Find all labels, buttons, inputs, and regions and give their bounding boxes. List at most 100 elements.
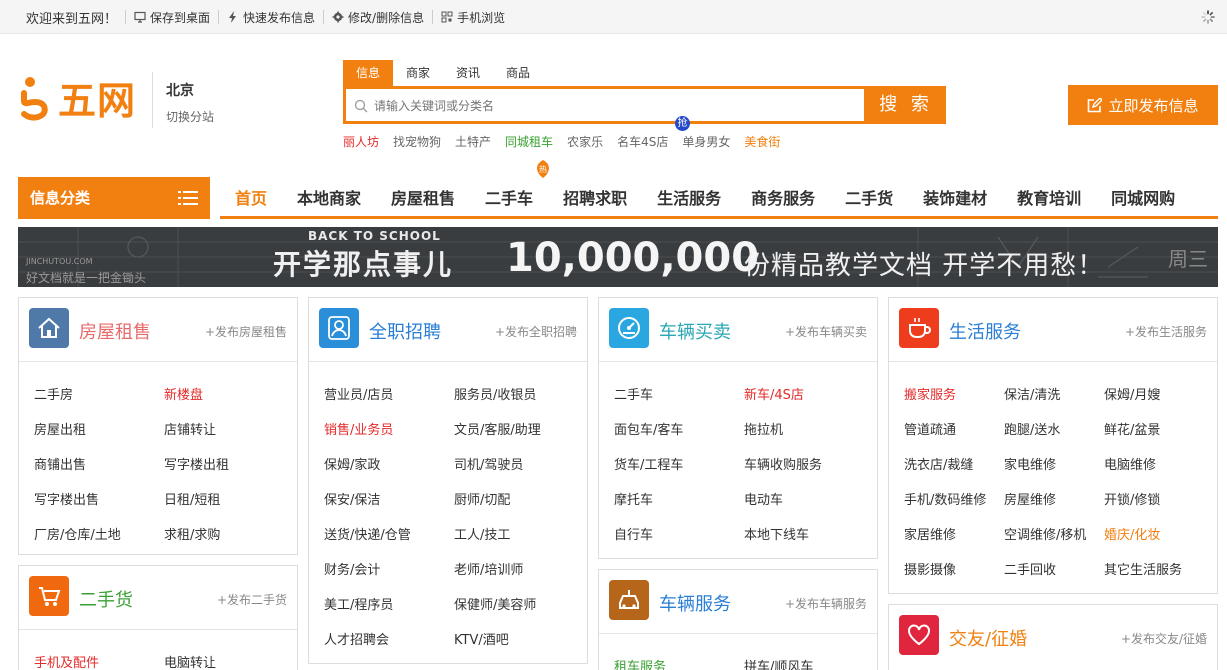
- card-link[interactable]: 空调维修/移机: [1004, 524, 1086, 543]
- search-tab-info[interactable]: 信息: [343, 60, 394, 86]
- card-link[interactable]: 婚庆/化妆: [1104, 524, 1160, 543]
- hotword-link[interactable]: 农家乐: [567, 133, 603, 150]
- card-link[interactable]: 洗衣店/裁缝: [904, 454, 973, 473]
- search-input[interactable]: [374, 95, 854, 117]
- save-to-desktop-link[interactable]: 保存到桌面: [134, 9, 210, 26]
- hotword-link[interactable]: 名车4S店: [617, 133, 668, 150]
- nav-business-services[interactable]: 商务服务: [736, 185, 830, 209]
- card-link[interactable]: 拼车/顺风车: [744, 656, 813, 670]
- card-link[interactable]: 财务/会计: [324, 559, 380, 578]
- card-link[interactable]: 摄影摄像: [904, 559, 956, 578]
- card-link[interactable]: 文员/客服/助理: [454, 419, 541, 438]
- card-link[interactable]: 本地下线车: [744, 524, 809, 543]
- card-publish-link[interactable]: +发布二手货: [217, 591, 287, 608]
- card-link[interactable]: 厂房/仓库/土地: [34, 524, 121, 543]
- card-link[interactable]: 保健师/美容师: [454, 594, 536, 613]
- card-link[interactable]: 写字楼出租: [164, 454, 229, 473]
- category-menu-button[interactable]: 信息分类: [18, 177, 210, 219]
- card-link[interactable]: 日租/短租: [164, 489, 220, 508]
- card-link[interactable]: 商铺出售: [34, 454, 86, 473]
- nav-secondhand[interactable]: 二手货: [830, 185, 908, 209]
- card-link[interactable]: 电脑维修: [1104, 454, 1156, 473]
- hotword-link[interactable]: 丽人坊: [343, 133, 379, 150]
- search-button[interactable]: 搜 索: [866, 86, 946, 124]
- hotword-link[interactable]: 同城租车: [505, 133, 553, 150]
- card-link[interactable]: 新楼盘: [164, 384, 203, 403]
- card-link[interactable]: 面包车/客车: [614, 419, 683, 438]
- hotword-link[interactable]: 找宠物狗: [393, 133, 441, 150]
- card-link[interactable]: 开锁/修锁: [1104, 489, 1160, 508]
- nav-local-merchants[interactable]: 本地商家: [282, 185, 376, 209]
- switch-city-link[interactable]: 切换分站: [166, 108, 214, 125]
- card-link[interactable]: 保姆/家政: [324, 454, 380, 473]
- card-publish-link[interactable]: +发布交友/征婚: [1121, 630, 1207, 647]
- card-title[interactable]: 全职招聘: [369, 318, 441, 344]
- nav-used-cars[interactable]: 二手车: [470, 185, 548, 209]
- card-publish-link[interactable]: +发布房屋租售: [205, 323, 287, 340]
- card-link[interactable]: 家电维修: [1004, 454, 1056, 473]
- card-link[interactable]: 租车服务: [614, 656, 666, 670]
- card-link[interactable]: 拖拉机: [744, 419, 783, 438]
- card-link[interactable]: 工人/技工: [454, 524, 510, 543]
- card-link[interactable]: 服务员/收银员: [454, 384, 536, 403]
- card-link[interactable]: 货车/工程车: [614, 454, 683, 473]
- nav-home[interactable]: 首页: [220, 185, 282, 209]
- card-title[interactable]: 车辆服务: [659, 590, 731, 616]
- edit-delete-link[interactable]: 修改/删除信息: [332, 9, 424, 26]
- card-link[interactable]: 求租/求购: [164, 524, 220, 543]
- card-link[interactable]: 管道疏通: [904, 419, 956, 438]
- card-link[interactable]: 二手房: [34, 384, 73, 403]
- card-link[interactable]: 写字楼出售: [34, 489, 99, 508]
- card-link[interactable]: 手机/数码维修: [904, 489, 986, 508]
- card-link[interactable]: 二手回收: [1004, 559, 1056, 578]
- quick-post-link[interactable]: 快速发布信息: [227, 9, 315, 26]
- ad-banner[interactable]: JINCHUTOU.COM 好文档就是一把金锄头 BACK TO SCHOOL …: [18, 227, 1218, 287]
- card-link[interactable]: 司机/驾驶员: [454, 454, 523, 473]
- card-link[interactable]: KTV/酒吧: [454, 629, 509, 648]
- nav-decoration[interactable]: 装饰建材: [908, 185, 1002, 209]
- card-link[interactable]: 保洁/清洗: [1004, 384, 1060, 403]
- card-link[interactable]: 搬家服务: [904, 384, 956, 403]
- card-link[interactable]: 新车/4S店: [744, 384, 804, 403]
- card-publish-link[interactable]: +发布车辆买卖: [785, 323, 867, 340]
- card-link[interactable]: 店铺转让: [164, 419, 216, 438]
- card-title[interactable]: 交友/征婚: [949, 625, 1027, 651]
- search-tab-news[interactable]: 资讯: [443, 60, 493, 86]
- hotword-link[interactable]: 单身男女: [682, 133, 730, 150]
- nav-jobs[interactable]: 招聘求职: [548, 185, 642, 209]
- card-link[interactable]: 跑腿/送水: [1004, 419, 1060, 438]
- card-link[interactable]: 车辆收购服务: [744, 454, 822, 473]
- card-title[interactable]: 车辆买卖: [659, 318, 731, 344]
- card-title[interactable]: 房屋租售: [79, 318, 151, 344]
- card-link[interactable]: 鲜花/盆景: [1104, 419, 1160, 438]
- card-link[interactable]: 销售/业务员: [324, 419, 393, 438]
- card-publish-link[interactable]: +发布全职招聘: [495, 323, 577, 340]
- card-link[interactable]: 家居维修: [904, 524, 956, 543]
- mobile-browse-link[interactable]: 手机浏览: [441, 9, 505, 26]
- search-tab-goods[interactable]: 商品: [493, 60, 543, 86]
- card-link[interactable]: 房屋出租: [34, 419, 86, 438]
- card-link[interactable]: 房屋维修: [1004, 489, 1056, 508]
- nav-education[interactable]: 教育培训: [1002, 185, 1096, 209]
- card-link[interactable]: 保姆/月嫂: [1104, 384, 1160, 403]
- search-tab-merchant[interactable]: 商家: [393, 60, 443, 86]
- card-link[interactable]: 美工/程序员: [324, 594, 393, 613]
- card-publish-link[interactable]: +发布车辆服务: [785, 595, 867, 612]
- card-link[interactable]: 其它生活服务: [1104, 559, 1182, 578]
- site-logo[interactable]: 五网: [18, 70, 136, 125]
- nav-life-services[interactable]: 生活服务: [642, 185, 736, 209]
- card-link[interactable]: 电动车: [744, 489, 783, 508]
- hotword-link[interactable]: 土特产: [455, 133, 491, 150]
- card-link[interactable]: 摩托车: [614, 489, 653, 508]
- card-link[interactable]: 自行车: [614, 524, 653, 543]
- card-link[interactable]: 人才招聘会: [324, 629, 389, 648]
- card-link[interactable]: 电脑转让: [164, 652, 216, 670]
- card-link[interactable]: 二手车: [614, 384, 653, 403]
- card-link[interactable]: 手机及配件: [34, 652, 99, 670]
- nav-online-shop[interactable]: 同城网购: [1096, 185, 1190, 209]
- post-info-button[interactable]: 立即发布信息: [1068, 85, 1218, 125]
- card-link[interactable]: 保安/保洁: [324, 489, 380, 508]
- hotword-link[interactable]: 美食街: [744, 133, 780, 150]
- card-title[interactable]: 生活服务: [949, 318, 1021, 344]
- card-link[interactable]: 老师/培训师: [454, 559, 523, 578]
